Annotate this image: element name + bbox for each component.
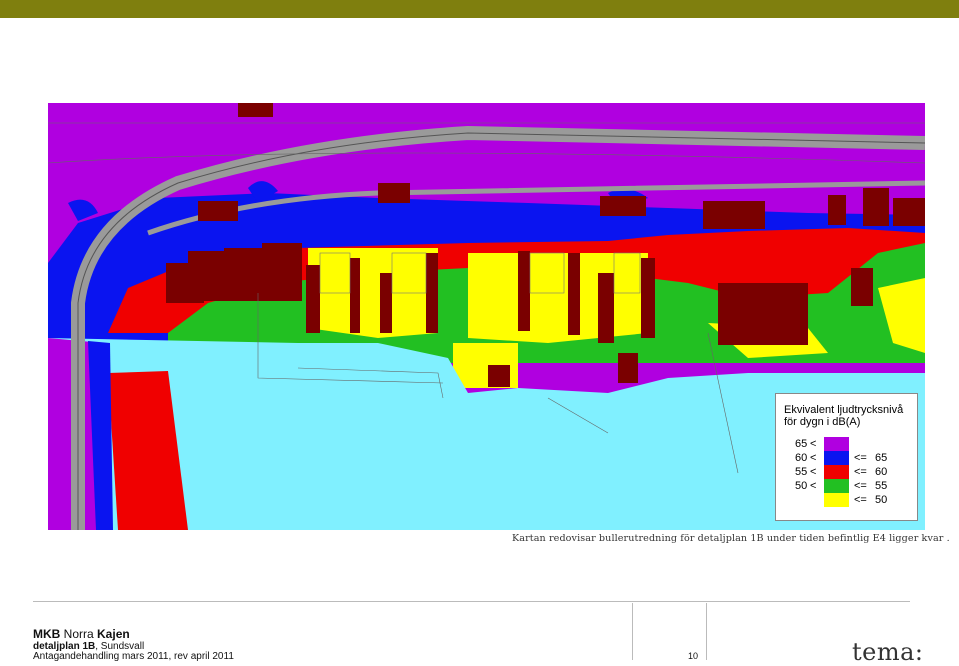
legend-row: 65 < <box>776 437 917 451</box>
footer-title-normal: Norra <box>60 627 98 641</box>
legend-row: 55 < <= 60 <box>776 465 917 479</box>
footer-title: MKB Norra Kajen <box>33 627 130 641</box>
building <box>350 258 360 333</box>
legend-high: 55 <box>875 480 888 492</box>
legend-le: <= <box>854 452 867 464</box>
building <box>718 283 808 345</box>
building <box>224 248 262 301</box>
building <box>262 243 302 301</box>
legend-title-line2: för dygn i dB(A) <box>784 416 861 428</box>
page-number: 10 <box>688 651 699 661</box>
legend-swatch <box>824 465 849 479</box>
legend-low: 60 <box>795 452 808 464</box>
footer-divider <box>33 601 910 602</box>
courtyard <box>391 252 427 294</box>
footer-separator <box>706 603 707 660</box>
courtyard <box>613 252 641 294</box>
legend-low: 55 <box>795 466 808 478</box>
building <box>380 273 392 333</box>
courtyard <box>319 252 351 294</box>
legend-lt: < <box>810 438 817 450</box>
legend-swatch <box>824 493 849 507</box>
building <box>188 251 224 301</box>
legend-lt: < <box>810 466 817 478</box>
legend-title-line1: Ekvivalent ljudtrycksnivå <box>784 404 904 416</box>
legend-lt: < <box>810 480 817 492</box>
footer-doc-info: Antagandehandling mars 2011, rev april 2… <box>33 651 234 662</box>
legend-le: <= <box>854 494 867 506</box>
legend-row: 60 < <= 65 <box>776 451 917 465</box>
footer-title-bold: MKB <box>33 627 61 641</box>
footer-title-bold: Kajen <box>97 627 130 641</box>
building <box>893 198 925 226</box>
legend-low: 50 <box>795 480 808 492</box>
building <box>600 196 646 216</box>
map-caption: Kartan redovisar bullerutredning för det… <box>512 533 950 544</box>
building <box>641 258 655 338</box>
legend-high: 65 <box>875 452 888 464</box>
building <box>851 268 873 306</box>
building <box>863 188 889 226</box>
building <box>828 195 846 225</box>
legend-lt: < <box>810 452 817 464</box>
legend-row: 50 < <= 55 <box>776 479 917 493</box>
building <box>198 201 238 221</box>
legend-title: Ekvivalent ljudtrycksnivå för dygn i dB(… <box>784 404 903 428</box>
legend-swatch <box>824 479 849 493</box>
legend-row: <= 50 <box>776 493 917 507</box>
legend-low: 65 <box>795 438 808 450</box>
building <box>238 103 273 117</box>
building <box>518 251 530 331</box>
building <box>426 253 438 333</box>
tema-logo: tema: <box>852 638 924 666</box>
legend-high: 50 <box>875 494 888 506</box>
building <box>488 365 510 387</box>
legend: Ekvivalent ljudtrycksnivå för dygn i dB(… <box>775 393 918 521</box>
building <box>598 273 614 343</box>
legend-high: 60 <box>875 466 888 478</box>
legend-swatch <box>824 451 849 465</box>
building <box>618 353 638 383</box>
building <box>306 265 320 333</box>
building <box>378 183 410 203</box>
legend-swatch <box>824 437 849 451</box>
legend-le: <= <box>854 480 867 492</box>
legend-le: <= <box>854 466 867 478</box>
building <box>703 201 765 229</box>
building <box>568 253 580 335</box>
footer-separator <box>632 603 633 660</box>
courtyard <box>529 252 565 294</box>
top-banner <box>0 0 959 18</box>
